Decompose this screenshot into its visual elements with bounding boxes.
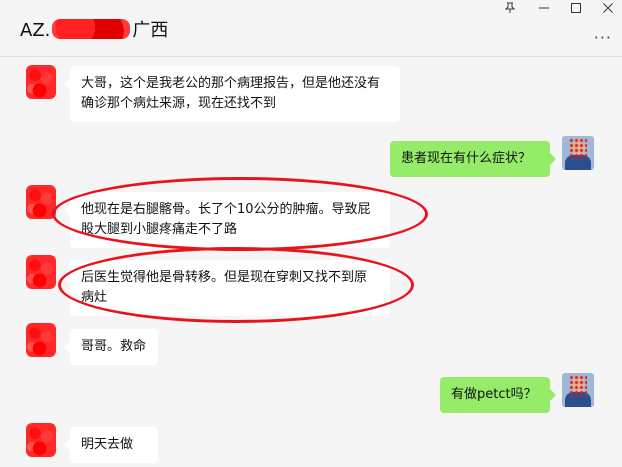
message-outgoing: 有做petct吗？ [440,377,556,413]
my-avatar[interactable] [562,373,594,407]
contact-avatar[interactable] [26,255,56,289]
pin-icon[interactable] [496,2,524,18]
message-incoming: 后医生觉得他是骨转移。但是现在穿刺又找不到原病灶 [64,260,390,316]
message-outgoing: 患者现在有什么症状？ [390,141,556,177]
close-icon[interactable] [594,2,622,18]
contact-avatar[interactable] [26,423,56,457]
message-incoming: 明天去做 [64,427,158,463]
contact-avatar[interactable] [26,185,56,219]
chat-area[interactable]: 大哥，这个是我老公的那个病理报告，但是他还没有确诊那个病灶来源，现在还找不到 患… [0,57,622,467]
message-incoming: 哥哥。救命 [64,329,158,365]
message-incoming: 他现在是右腿髂骨。长了个10公分的肿瘤。导致屁股大腿到小腿疼痛走不了路 [64,192,390,248]
more-icon[interactable]: ··· [594,28,612,47]
title-suffix: 广西 [132,20,169,41]
message-incoming: 大哥，这个是我老公的那个病理报告，但是他还没有确诊那个病灶来源，现在还找不到 [64,66,400,122]
title-bar: AZ. 广西 ··· [0,0,622,57]
contact-avatar[interactable] [26,65,56,99]
minimize-icon[interactable] [530,2,558,18]
chat-title: AZ. 广西 [20,16,168,42]
contact-avatar[interactable] [26,323,56,357]
maximize-icon[interactable] [562,2,590,18]
title-prefix: AZ. [20,20,51,41]
redacted-name [52,19,131,39]
my-avatar[interactable] [562,136,594,170]
